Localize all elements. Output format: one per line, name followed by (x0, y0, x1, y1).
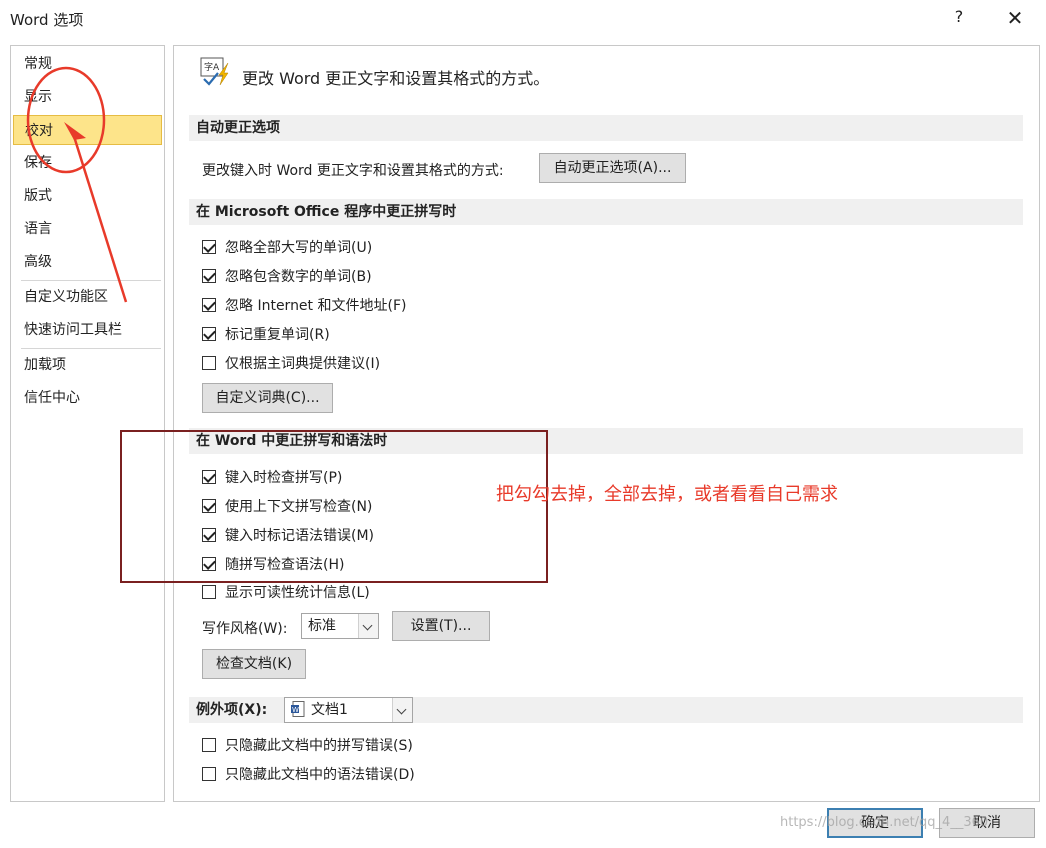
watermark-text: https://blog.csdn.net/qq_4__360 (780, 815, 989, 830)
annotation-box (120, 430, 548, 583)
highlight-circle (26, 66, 106, 174)
arrow-head (64, 122, 86, 140)
annotation-overlay (26, 66, 128, 303)
annotation-text: 把勾勾去掉，全部去掉，或者看看自己需求 (496, 484, 838, 505)
annotation-arrow (70, 129, 128, 303)
